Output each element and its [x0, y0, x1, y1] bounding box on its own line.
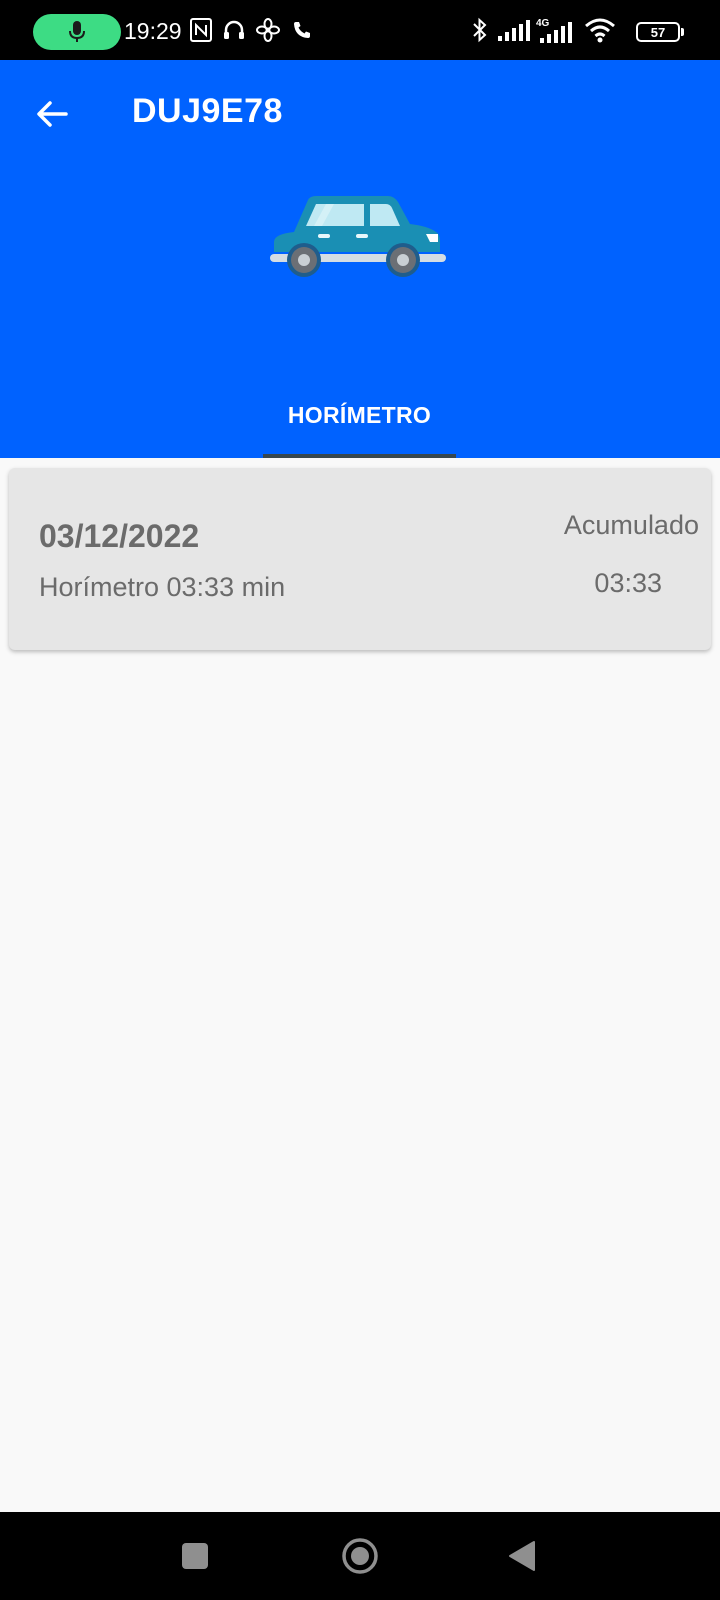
battery-tip	[681, 28, 684, 36]
microphone-indicator[interactable]	[33, 14, 121, 50]
tab-horimetro[interactable]: HORÍMETRO	[263, 378, 456, 458]
bluetooth-icon	[472, 16, 488, 44]
record-card[interactable]: 03/12/2022 Horímetro 03:33 min Acumulado…	[9, 468, 711, 650]
headset-icon	[222, 16, 246, 44]
status-time: 19:29	[124, 18, 182, 44]
back-button[interactable]	[30, 92, 74, 136]
tab-label: HORÍMETRO	[287, 402, 432, 428]
recent-apps-button[interactable]	[173, 1534, 217, 1578]
record-date: 03/12/2022	[39, 518, 200, 554]
tab-indicator	[263, 454, 456, 458]
microphone-icon	[69, 21, 85, 42]
signal-strength-icon	[498, 16, 532, 44]
arrow-back-icon	[37, 101, 68, 127]
status-bar: 19:29 4G 57	[0, 0, 720, 60]
triangle-back-icon	[509, 1541, 535, 1571]
system-navigation-bar	[0, 1512, 720, 1600]
page-title: DUJ9E78	[132, 92, 283, 130]
app-header: DUJ9E78 HORÍMETRO	[0, 60, 720, 458]
signal-4g-icon: 4G	[536, 16, 576, 44]
square-icon	[182, 1543, 208, 1569]
accumulated-label: Acumulado	[563, 510, 699, 540]
phone-call-icon	[292, 16, 312, 44]
back-nav-button[interactable]	[500, 1534, 544, 1578]
circle-home-icon	[342, 1538, 378, 1574]
battery-icon: 57	[636, 22, 680, 42]
accumulated-value: 03:33	[594, 568, 662, 598]
wifi-icon	[584, 16, 616, 44]
car-icon	[270, 196, 446, 277]
network-type-label: 4G	[536, 18, 550, 29]
home-button[interactable]	[338, 1534, 382, 1578]
record-detail: Horímetro 03:33 min	[39, 572, 286, 602]
battery-level: 57	[650, 24, 666, 40]
fan-icon	[256, 16, 280, 44]
nfc-icon	[190, 16, 212, 44]
